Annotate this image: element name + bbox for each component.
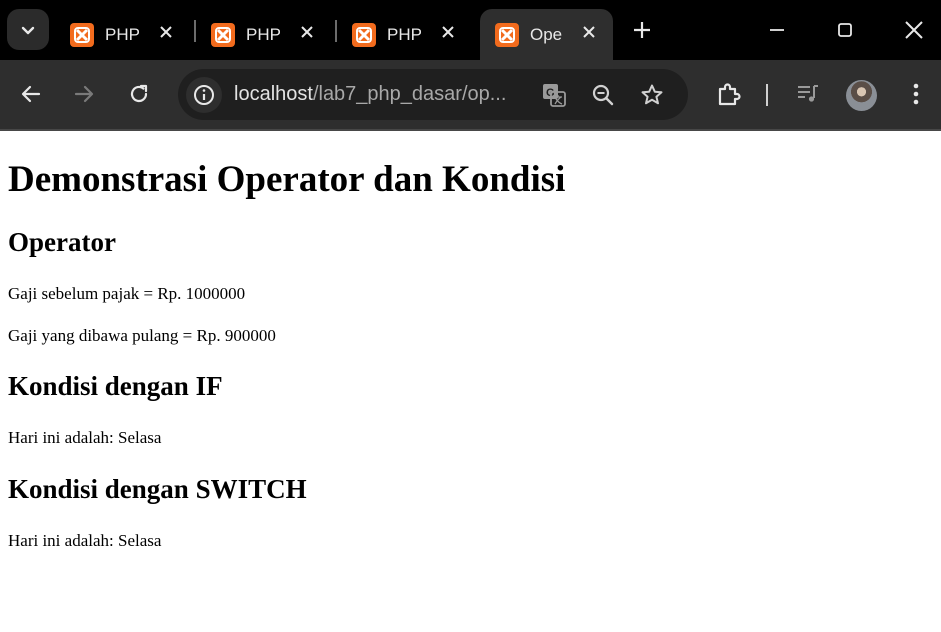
tab-operator-active[interactable]: Ope: [480, 9, 613, 60]
info-icon: [194, 85, 214, 105]
profile-avatar[interactable]: [846, 80, 877, 111]
minimize-button[interactable]: [760, 13, 794, 47]
star-icon: [641, 84, 663, 105]
toolbar-divider: [766, 84, 768, 106]
reload-icon: [130, 84, 148, 103]
tab-strip: PHP PHP PHP Ope: [0, 0, 941, 60]
media-controls-button[interactable]: [791, 77, 825, 111]
url-text[interactable]: localhost/lab7_php_dasar/op...: [234, 83, 506, 106]
tab-php-3[interactable]: PHP: [337, 9, 472, 60]
forward-button[interactable]: [67, 77, 101, 111]
close-icon[interactable]: [438, 22, 458, 42]
url-host: localhost: [234, 83, 313, 105]
tab-php-2[interactable]: PHP: [196, 9, 331, 60]
text-gaji-sebelum-pajak: Gaji sebelum pajak = Rp. 1000000: [8, 284, 246, 303]
site-info-button[interactable]: [186, 77, 222, 113]
xampp-icon: [211, 22, 235, 47]
tab-title: Ope: [530, 24, 563, 44]
text-gaji-dibawa-pulang: Gaji yang dibawa pulang = Rp. 900000: [8, 326, 276, 345]
section-heading-switch: Kondisi dengan SWITCH: [8, 474, 307, 504]
page-title: Demonstrasi Operator dan Kondisi: [8, 159, 566, 200]
close-icon[interactable]: [579, 22, 599, 42]
bookmark-button[interactable]: [638, 81, 666, 109]
menu-button[interactable]: [899, 77, 933, 111]
address-bar[interactable]: localhost/lab7_php_dasar/op... G: [178, 69, 688, 120]
text-hari-if: Hari ini adalah: Selasa: [8, 428, 162, 447]
new-tab-button[interactable]: [625, 13, 659, 47]
tab-title: PHP: [105, 24, 139, 44]
url-path: /lab7_php_dasar/op...: [312, 83, 507, 105]
reload-button[interactable]: [122, 77, 156, 111]
translate-icon: G: [543, 84, 566, 107]
playlist-music-icon: [798, 85, 818, 102]
xampp-icon: [70, 22, 94, 47]
minimize-icon: [770, 29, 784, 31]
section-heading-operator: Operator: [8, 227, 116, 257]
arrow-right-icon: [74, 85, 94, 103]
translate-button[interactable]: G: [540, 81, 568, 109]
plus-icon: [634, 22, 650, 38]
maximize-button[interactable]: [828, 13, 862, 47]
xampp-icon: [352, 22, 376, 47]
more-vert-icon: [913, 83, 919, 105]
close-window-button[interactable]: [897, 13, 931, 47]
close-icon[interactable]: [297, 22, 317, 42]
tab-php-1[interactable]: PHP: [55, 9, 190, 60]
text-hari-switch: Hari ini adalah: Selasa: [8, 531, 162, 550]
arrow-left-icon: [21, 85, 41, 103]
zoom-out-icon: [592, 84, 614, 106]
toolbar-bottom-border: [0, 129, 941, 131]
section-heading-if: Kondisi dengan IF: [8, 371, 223, 401]
xampp-icon: [495, 22, 519, 47]
back-button[interactable]: [14, 77, 48, 111]
tab-title: PHP: [387, 24, 421, 44]
browser-toolbar: localhost/lab7_php_dasar/op... G: [0, 60, 941, 129]
tab-search-button[interactable]: [7, 9, 49, 50]
close-icon: [905, 21, 923, 39]
maximize-icon: [838, 23, 852, 37]
extensions-button[interactable]: [711, 77, 745, 111]
puzzle-icon: [718, 83, 741, 106]
tab-title: PHP: [246, 24, 280, 44]
zoom-button[interactable]: [589, 81, 617, 109]
chevron-down-icon: [21, 26, 35, 34]
close-icon[interactable]: [156, 22, 176, 42]
